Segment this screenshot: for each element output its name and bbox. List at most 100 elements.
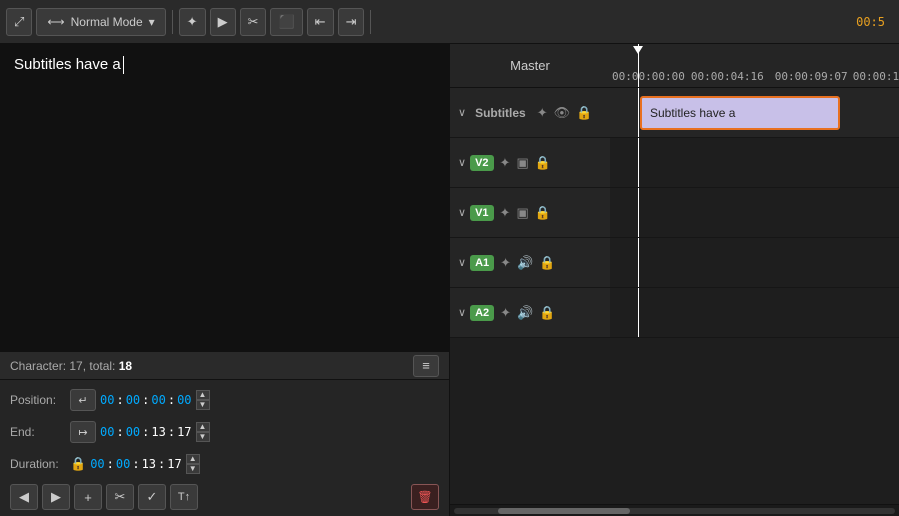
track-row-a1: ∨ A1 ✦ 🔊 🔒 <box>450 238 899 288</box>
end-spin-down[interactable]: ▼ <box>196 432 210 442</box>
a2-wand-icon[interactable]: ✦ <box>500 305 511 321</box>
a1-lock-icon[interactable]: 🔒 <box>539 255 555 271</box>
end-row: End: ↦ 00 : 00 : 13 : 17 ▲ ▼ <box>10 418 439 446</box>
duration-spinners[interactable]: ▲ ▼ <box>186 454 200 474</box>
a1-audio-icon[interactable]: 🔊 <box>517 255 533 271</box>
position-spin-down[interactable]: ▼ <box>196 400 210 410</box>
end-icon-btn[interactable]: ↦ <box>70 421 96 443</box>
v1-lock-icon[interactable]: 🔒 <box>535 205 551 221</box>
lock-icon: 🔒 <box>70 456 86 472</box>
text-cursor <box>123 56 124 74</box>
v2-badge: V2 <box>470 155 493 171</box>
a2-lock-icon[interactable]: 🔒 <box>539 305 555 321</box>
subtitle-clip[interactable]: Subtitles have a <box>640 96 840 130</box>
position-spinners[interactable]: ▲ ▼ <box>196 390 210 410</box>
end-label: End: <box>10 425 70 439</box>
timeline-ruler: 00:00:00:00 00:00:04:16 00:00:09:07 00:0… <box>610 44 899 87</box>
position-value: 00 : 00 : 00 : 00 <box>100 393 192 407</box>
menu-icon-btn[interactable]: ≡ <box>413 355 439 377</box>
bottom-btn-row: ◀ ▶ + ✂ ✓ T↑ 🗑 <box>10 484 439 510</box>
track-row-subtitles: ∨ Subtitles ✦ 👁 🔒 Subtitles have a <box>450 88 899 138</box>
v1-wand-icon[interactable]: ✦ <box>500 205 511 221</box>
track-row-v2: ∨ V2 ✦ ▣ 🔒 <box>450 138 899 188</box>
mark-in-btn[interactable]: ⇤ <box>307 8 334 36</box>
expand-subtitles-btn[interactable]: ∨ <box>458 106 466 119</box>
v1-film-icon[interactable]: ▣ <box>516 205 528 221</box>
track-row-a2: ∨ A2 ✦ 🔊 🔒 <box>450 288 899 338</box>
a1-wand-icon[interactable]: ✦ <box>500 255 511 271</box>
v2-lock-icon[interactable]: 🔒 <box>535 155 551 171</box>
next-subtitle-btn[interactable]: ▶ <box>42 484 70 510</box>
subtitle-editor[interactable]: Subtitles have a <box>0 44 449 351</box>
add-subtitle-btn[interactable]: + <box>74 484 102 510</box>
ruler-time-2: 00:00:09:07 <box>775 70 848 83</box>
cut-btn[interactable]: ✂ <box>240 8 267 36</box>
position-label: Position: <box>10 393 70 407</box>
confirm-subtitle-btn[interactable]: ✓ <box>138 484 166 510</box>
duration-label: Duration: <box>10 457 70 471</box>
subtitle-text: Subtitles have a <box>14 56 121 73</box>
cut-subtitle-btn[interactable]: ✂ <box>106 484 134 510</box>
position-row: Position: ↵ 00 : 00 : 00 : 00 ▲ ▼ <box>10 386 439 414</box>
play-btn[interactable]: ▶ <box>210 8 236 36</box>
track-content-subtitles: Subtitles have a <box>610 88 899 137</box>
v2-film-icon[interactable]: ▣ <box>516 155 528 171</box>
track-controls-v2: ∨ V2 ✦ ▣ 🔒 <box>450 138 610 187</box>
duration-spin-down[interactable]: ▼ <box>186 464 200 474</box>
expand-v1-btn[interactable]: ∨ <box>458 206 466 219</box>
scrollbar-thumb[interactable] <box>498 508 630 514</box>
ruler-time-1: 00:00:04:16 <box>691 70 764 83</box>
end-spin-up[interactable]: ▲ <box>196 422 210 432</box>
track-controls-subtitles: ∨ Subtitles ✦ 👁 🔒 <box>450 88 610 137</box>
end-value: 00 : 00 : 13 : 17 <box>100 425 192 439</box>
subtitles-lock-icon[interactable]: 🔒 <box>576 105 592 121</box>
a1-badge: A1 <box>470 255 494 271</box>
position-spin-up[interactable]: ▲ <box>196 390 210 400</box>
expand-v2-btn[interactable]: ∨ <box>458 156 466 169</box>
track-content-a2 <box>610 288 899 337</box>
track-controls-v1: ∨ V1 ✦ ▣ 🔒 <box>450 188 610 237</box>
v2-wand-icon[interactable]: ✦ <box>500 155 511 171</box>
playhead-triangle <box>633 46 643 54</box>
top-toolbar: ⤢ ⟷ Normal Mode ▾ ✦ ▶ ✂ ⬛ ⇤ ⇥ 00:5 <box>0 0 899 44</box>
scrollbar-track[interactable] <box>454 508 895 514</box>
bottom-controls: Position: ↵ 00 : 00 : 00 : 00 ▲ ▼ En <box>0 379 449 516</box>
timeline-tracks: ∨ Subtitles ✦ 👁 🔒 Subtitles have a <box>450 88 899 504</box>
chevron-down-icon: ▾ <box>149 15 155 29</box>
subtitles-wand-icon[interactable]: ✦ <box>537 105 548 121</box>
a2-badge: A2 <box>470 305 494 321</box>
track-row-v1: ∨ V1 ✦ ▣ 🔒 <box>450 188 899 238</box>
timeline-cursor-v1 <box>638 188 639 237</box>
duration-value: 00 : 00 : 13 : 17 <box>90 457 182 471</box>
prev-subtitle-btn[interactable]: ◀ <box>10 484 38 510</box>
toolbar-separator-2 <box>370 10 371 34</box>
duration-row: Duration: 🔒 00 : 00 : 13 : 17 ▲ ▼ <box>10 450 439 478</box>
char-count-bar: Character: 17, total: 18 ≡ <box>0 351 449 379</box>
a2-audio-icon[interactable]: 🔊 <box>517 305 533 321</box>
track-content-v2 <box>610 138 899 187</box>
master-label: Master <box>450 58 610 73</box>
timeline-cursor-a2 <box>638 288 639 337</box>
duration-spin-up[interactable]: ▲ <box>186 454 200 464</box>
delete-subtitle-btn[interactable]: 🗑 <box>411 484 439 510</box>
expand-a1-btn[interactable]: ∨ <box>458 256 466 269</box>
mode-icon: ⟷ <box>47 15 64 29</box>
position-icon-btn[interactable]: ↵ <box>70 389 96 411</box>
mode-dropdown[interactable]: ⟷ Normal Mode ▾ <box>36 8 165 36</box>
trim-btn[interactable]: ⬛ <box>270 8 302 36</box>
text-format-btn[interactable]: T↑ <box>170 484 198 510</box>
track-controls-a1: ∨ A1 ✦ 🔊 🔒 <box>450 238 610 287</box>
subtitle-clip-text: Subtitles have a <box>650 106 735 120</box>
mark-out-btn[interactable]: ⇥ <box>338 8 365 36</box>
ripple-btn[interactable]: ⤢ <box>6 8 32 36</box>
ruler-time-0: 00:00:00:00 <box>612 70 685 83</box>
right-panel: Master 00:00:00:00 00:00:04:16 00:00:09:… <box>450 44 899 516</box>
timeline-cursor-subtitles <box>638 88 639 137</box>
end-spinners[interactable]: ▲ ▼ <box>196 422 210 442</box>
magic-btn[interactable]: ✦ <box>179 8 206 36</box>
timeline-scrollbar <box>450 504 899 516</box>
timeline-header: Master 00:00:00:00 00:00:04:16 00:00:09:… <box>450 44 899 88</box>
expand-a2-btn[interactable]: ∨ <box>458 306 466 319</box>
subtitles-eye-icon[interactable]: 👁 <box>554 105 571 121</box>
time-display: 00:5 <box>856 15 893 29</box>
